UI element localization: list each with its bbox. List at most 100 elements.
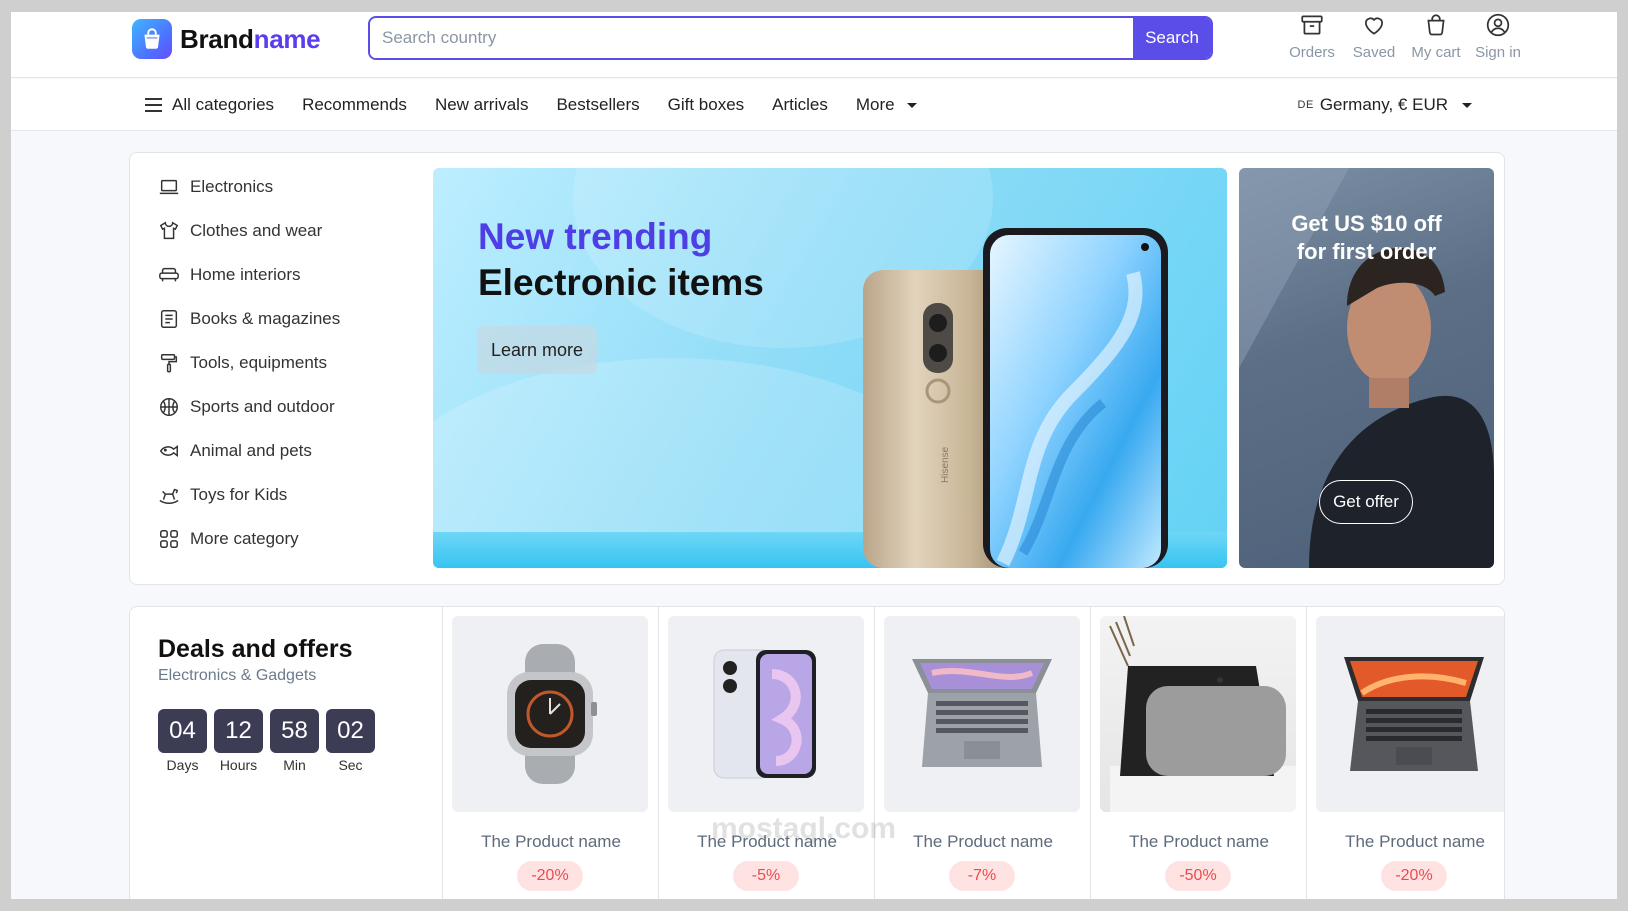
category-label: Tools, equipments	[190, 353, 328, 372]
page-frame: Brandname Search Orders Saved My cart Si…	[11, 12, 1617, 899]
nav-more-dropdown[interactable]: More	[856, 95, 917, 115]
product-name[interactable]: The Product name	[1091, 832, 1307, 852]
timer-days: 04 Days	[158, 709, 207, 773]
orders-link[interactable]: Orders	[1281, 12, 1343, 61]
learn-more-button[interactable]: Learn more	[477, 326, 597, 374]
product-card[interactable]: The Product name -50%	[1090, 607, 1306, 899]
product-image-smartphone[interactable]	[668, 616, 864, 812]
deal-products: The Product name -20% The Product name -…	[442, 607, 1504, 899]
nav-item-new-arrivals[interactable]: New arrivals	[435, 95, 529, 115]
category-label: Electronics	[190, 177, 274, 196]
cart-icon	[1427, 14, 1445, 36]
deals-subtitle: Electronics & Gadgets	[158, 667, 317, 684]
rocking-horse-icon	[159, 488, 179, 504]
saved-link[interactable]: Saved	[1343, 12, 1405, 61]
basketball-icon	[160, 398, 178, 416]
category-label: Toys for Kids	[190, 485, 288, 504]
category-label: Clothes and wear	[190, 221, 323, 240]
nav-item-articles[interactable]: Articles	[772, 95, 828, 115]
search-input[interactable]	[370, 18, 1133, 58]
timer-label: Sec	[338, 757, 363, 773]
deals-title: Deals and offers	[158, 635, 353, 663]
user-icon	[1486, 13, 1510, 37]
discount-badge: -20%	[1381, 861, 1447, 891]
timer-minutes: 58 Min	[270, 709, 319, 773]
timer-label: Min	[283, 757, 306, 773]
promo-line2: for first order	[1296, 239, 1437, 264]
book-icon	[160, 310, 178, 328]
search-bar: Search	[368, 16, 1213, 60]
product-name[interactable]: The Product name	[875, 832, 1091, 852]
timer-value: 58	[270, 709, 319, 753]
category-toys[interactable]: Toys for Kids	[158, 473, 418, 517]
discount-badge: -50%	[1165, 861, 1231, 891]
sign-in-label: Sign in	[1475, 44, 1521, 61]
category-animals[interactable]: Animal and pets	[158, 429, 418, 473]
category-label: Books & magazines	[190, 309, 341, 328]
watermark: mostaql.com	[711, 812, 897, 845]
category-sports[interactable]: Sports and outdoor	[158, 385, 418, 429]
region-selector[interactable]: DE Germany, € EUR	[1298, 79, 1472, 131]
discount-badge: -5%	[733, 861, 799, 891]
product-name[interactable]: The Product name	[1307, 832, 1504, 852]
promo-banner: Get US $10 off for first order Get offer	[1239, 168, 1494, 568]
more-label: More	[855, 95, 895, 114]
nav-item-gift-boxes[interactable]: Gift boxes	[668, 95, 745, 115]
deals-section: Deals and offers Electronics & Gadgets 0…	[129, 606, 1505, 899]
banner-title-line2: Electronic items	[478, 262, 764, 303]
region-label: Germany, € EUR	[1319, 95, 1448, 114]
shopping-bag-icon	[132, 19, 172, 59]
product-card[interactable]: The Product name -7%	[874, 607, 1090, 899]
category-list: Electronics Clothes and wear Home interi…	[158, 165, 418, 561]
product-card[interactable]: The Product name -20%	[1306, 607, 1504, 899]
tshirt-icon	[159, 221, 179, 240]
discount-badge: -20%	[517, 861, 583, 891]
category-books[interactable]: Books & magazines	[158, 297, 418, 341]
header-actions: Orders Saved My cart Sign in	[1281, 12, 1529, 61]
promo-text: Get US $10 off for first order	[1239, 210, 1494, 266]
search-button[interactable]: Search	[1133, 18, 1211, 58]
nav-item-bestsellers[interactable]: Bestsellers	[556, 95, 639, 115]
get-offer-button[interactable]: Get offer	[1319, 480, 1413, 524]
sofa-icon	[159, 267, 179, 282]
timer-label: Hours	[219, 757, 258, 773]
product-card[interactable]: The Product name -20%	[442, 607, 658, 899]
saved-label: Saved	[1352, 44, 1396, 61]
paint-roller-icon	[160, 354, 178, 373]
category-label: More category	[190, 529, 299, 548]
all-categories-menu[interactable]: All categories	[144, 95, 274, 115]
timer-label: Days	[166, 757, 199, 773]
category-electronics[interactable]: Electronics	[158, 165, 418, 209]
category-home-interiors[interactable]: Home interiors	[158, 253, 418, 297]
brand-name: Brandname	[180, 23, 321, 54]
product-image-laptop[interactable]	[884, 616, 1080, 812]
archive-icon	[1301, 15, 1323, 35]
product-name[interactable]: The Product name	[443, 832, 659, 852]
category-label: Sports and outdoor	[190, 397, 335, 416]
product-image-laptop-orange[interactable]	[1316, 616, 1504, 812]
category-more[interactable]: More category	[158, 517, 418, 561]
logo[interactable]: Brandname	[132, 19, 321, 59]
promo-line1: Get US $10 off	[1291, 211, 1442, 236]
smartphones-image: Hisense	[863, 228, 1168, 568]
all-categories-label: All categories	[172, 95, 275, 114]
laptop-icon	[159, 179, 179, 195]
grid-icon	[160, 530, 178, 548]
caret-down-icon	[906, 102, 917, 108]
timer-value: 12	[214, 709, 263, 753]
product-card[interactable]: The Product name -5%	[658, 607, 874, 899]
caret-down-icon	[1462, 102, 1472, 108]
sign-in-link[interactable]: Sign in	[1467, 12, 1529, 61]
timer-hours: 12 Hours	[214, 709, 263, 773]
category-tools[interactable]: Tools, equipments	[158, 341, 418, 385]
product-image-smart-display[interactable]	[1100, 616, 1296, 812]
nav-item-recommends[interactable]: Recommends	[302, 95, 407, 115]
cart-link[interactable]: My cart	[1405, 12, 1467, 61]
header: Brandname Search Orders Saved My cart Si…	[11, 12, 1617, 78]
orders-label: Orders	[1289, 44, 1335, 61]
timer-seconds: 02 Sec	[326, 709, 375, 773]
category-clothes[interactable]: Clothes and wear	[158, 209, 418, 253]
banner-title-line1: New trending	[478, 216, 713, 257]
product-image-smartwatch[interactable]	[452, 616, 648, 812]
hero-section: Electronics Clothes and wear Home interi…	[129, 152, 1505, 585]
